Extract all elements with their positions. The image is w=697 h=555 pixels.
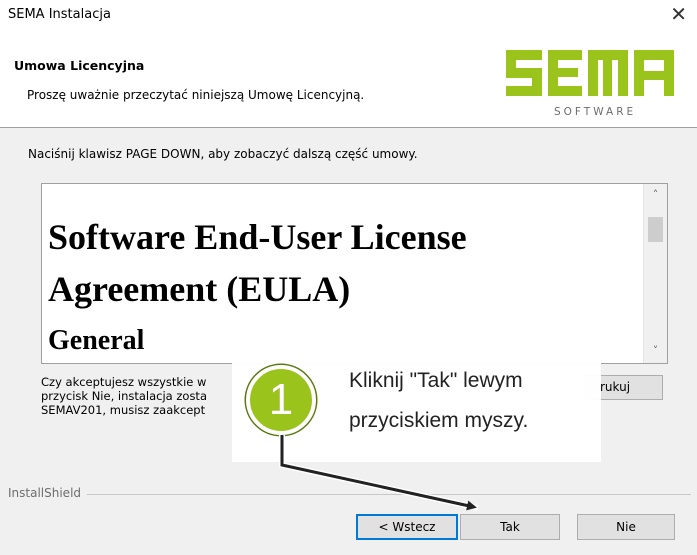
installshield-divider <box>8 494 691 495</box>
back-button[interactable]: < Wstecz <box>356 514 458 540</box>
instruction-text: Naciśnij klawisz PAGE DOWN, aby zobaczyć… <box>28 147 418 161</box>
instruction-callout: 1 Kliknij "Tak" lewym przyciskiem myszy. <box>232 353 601 462</box>
window-title: SEMA Instalacja <box>8 7 111 22</box>
question-line-3: SEMAV201, musisz zaakcept <box>41 403 206 417</box>
accept-question-text: Czy akceptujesz wszystkie w przycisk Nie… <box>41 375 241 417</box>
sema-logo-wordmark <box>506 50 674 96</box>
title-bar: SEMA Instalacja ✕ <box>0 0 697 30</box>
close-icon[interactable]: ✕ <box>670 3 687 25</box>
page-subtitle: Proszę uważnie przeczytać niniejszą Umow… <box>27 88 365 102</box>
scroll-down-icon[interactable]: ˅ <box>644 344 667 357</box>
scroll-up-icon[interactable]: ˄ <box>644 188 667 201</box>
header-panel: Umowa Licencyjna Proszę uważnie przeczyt… <box>0 30 697 128</box>
page-title: Umowa Licencyjna <box>14 58 145 73</box>
yes-button[interactable]: Tak <box>460 514 560 540</box>
eula-heading-line2: Agreement (EULA) <box>48 269 351 309</box>
question-line-1: Czy akceptujesz wszystkie w <box>41 375 207 389</box>
scroll-thumb[interactable] <box>648 217 663 242</box>
no-button[interactable]: Nie <box>577 514 675 540</box>
sema-logo: SOFTWARE <box>502 46 678 124</box>
callout-line-1: Kliknij "Tak" lewym <box>349 369 523 392</box>
installshield-label: InstallShield <box>8 486 88 500</box>
eula-content: Software End-User License Agreement (EUL… <box>48 211 633 359</box>
callout-line-2: przyciskiem myszy. <box>349 409 529 432</box>
eula-textbox[interactable]: Software End-User License Agreement (EUL… <box>41 183 668 364</box>
logo-subtext: SOFTWARE <box>554 106 637 118</box>
eula-heading-line1: Software End-User License <box>48 217 467 257</box>
step-number-badge: 1 <box>246 365 316 435</box>
question-line-2: przycisk Nie, instalacja zosta <box>41 389 207 403</box>
eula-scrollbar[interactable]: ˄ ˅ <box>643 184 667 363</box>
